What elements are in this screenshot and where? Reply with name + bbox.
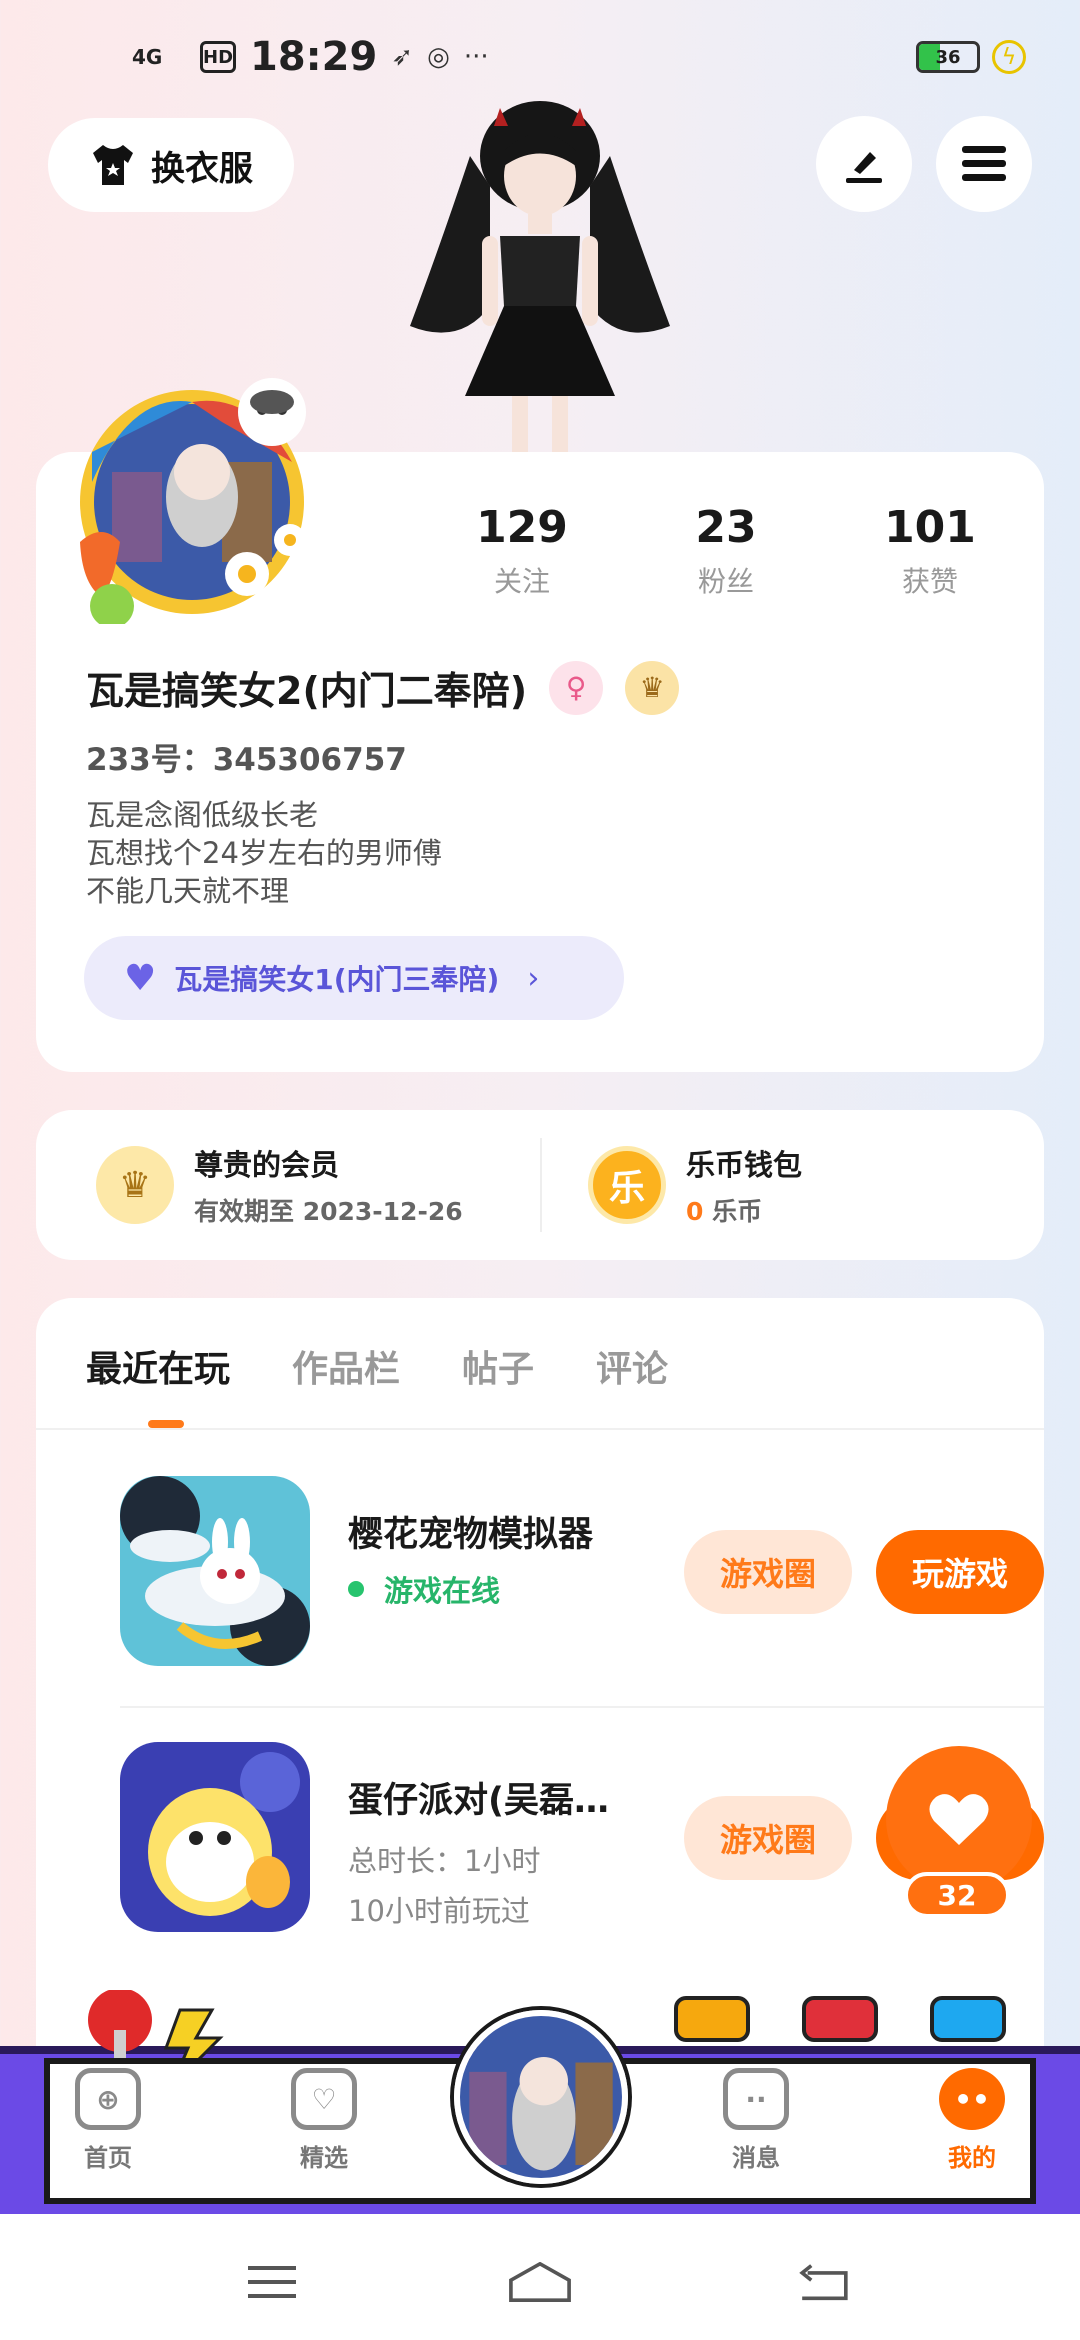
edit-button[interactable] [816,116,912,212]
nav-me-label: 我的 [948,2144,996,2172]
divider [36,1428,1044,1430]
divider [120,1706,1044,1708]
game-circle-button[interactable]: 游戏圈 [684,1530,852,1614]
linked-account-name: 瓦是搞笑女1(内门三奉陪) [174,963,500,996]
stat-following-count: 129 [476,502,568,553]
status-right: 36 ϟ [916,40,1026,74]
battery-icon: 36 [916,41,980,73]
wallet-balance: 0 乐币 [686,1192,802,1228]
stat-following-label: 关注 [493,565,550,598]
more-status-icon: ··· [463,42,489,72]
crown-icon[interactable]: ♛ [625,660,680,715]
network-indicator: 4G [132,45,163,69]
bio-line: 瓦想找个24岁左右的男师傅 [86,836,442,870]
wallet-unit: 乐币 [712,1197,763,1226]
bio-line: 不能几天就不理 [86,874,290,908]
chevron-right-icon: › [527,960,540,996]
stat-followers-label: 粉丝 [697,565,754,598]
status-left: 4G HD 18:29 ➶ ◎ ··· [132,34,489,80]
tab-posts[interactable]: 帖子 [462,1340,534,1392]
user-id: 233号：345306757 [86,742,407,778]
stat-followers-count: 23 [695,502,757,553]
game-status-text: 游戏在线 [384,1574,501,1608]
avatar-character[interactable] [400,96,680,456]
wallet-title: 乐币钱包 [686,1148,803,1182]
status-time: 18:29 [250,34,378,80]
hd-icon: HD [200,41,236,73]
vip-crown-icon: ♛ [96,1146,174,1224]
wallet-amount: 0 [686,1197,704,1226]
recent-apps-icon[interactable] [246,2262,298,2302]
nav-featured-label: 精选 [300,2144,348,2172]
online-dot-icon [348,1581,364,1597]
floating-like-button[interactable] [886,1746,1032,1892]
game-name: 樱花宠物模拟器 [348,1515,594,1555]
tab-bar: 最近在玩 作品栏 帖子 评论 [86,1340,668,1392]
charging-icon: ϟ [992,40,1026,74]
divider [540,1138,542,1232]
nav-messages[interactable]: ·· 消息 [696,2068,816,2173]
linked-account-button[interactable]: ♥ 瓦是搞笑女1(内门三奉陪) › [84,936,624,1020]
play-game-button[interactable]: 玩游戏 [876,1530,1044,1614]
membership-card: ♛ 尊贵的会员 有效期至 2023-12-26 乐 乐币钱包 0 乐币 [36,1110,1044,1260]
tab-works[interactable]: 作品栏 [292,1340,400,1392]
change-outfit-label: 换衣服 [151,148,253,189]
vip-entry[interactable]: ♛ 尊贵的会员 有效期至 2023-12-26 [96,1142,463,1228]
tab-recent[interactable]: 最近在玩 [86,1340,230,1392]
game-online-status: 游戏在线 [348,1568,500,1610]
stat-following[interactable]: 129 关注 [442,500,602,600]
stat-followers[interactable]: 23 粉丝 [646,500,806,600]
change-outfit-button[interactable]: 换衣服 [48,118,294,212]
female-icon: ♀ [549,660,604,715]
vip-title: 尊贵的会员 [194,1148,340,1182]
username: 瓦是搞笑女2(内门二奉陪) [86,669,528,713]
stat-likes-label: 获赞 [901,565,958,598]
game-icon-eggy-party [120,1742,310,1932]
stat-likes[interactable]: 101 获赞 [850,500,1010,600]
nav-home[interactable]: ⊕ 首页 [48,2068,168,2173]
profile-avatar[interactable] [72,362,334,624]
back-icon[interactable] [796,2262,852,2302]
vip-expiry: 有效期至 2023-12-26 [194,1197,463,1226]
like-count-badge: 32 [904,1872,1010,1918]
tab-indicator [148,1420,184,1428]
nav-featured[interactable]: ♡ 精选 [264,2068,384,2173]
wallet-entry[interactable]: 乐 乐币钱包 0 乐币 [588,1142,802,1228]
stat-likes-count: 101 [884,502,976,553]
game-row[interactable]: 樱花宠物模拟器 游戏在线 游戏圈 玩游戏 [84,1476,1044,1676]
nav-center-avatar[interactable] [454,2010,628,2184]
pencil-icon [846,152,882,183]
battery-level: 36 [935,46,961,68]
heart-outline-icon: ♡ [291,2068,357,2130]
game-circle-button[interactable]: 游戏圈 [684,1796,852,1880]
game-name: 蛋仔派对(吴磊… [348,1781,609,1821]
game-duration: 总时长：1小时 [348,1844,541,1878]
heart-icon: ♥ [124,957,157,999]
nav-home-label: 首页 [84,2144,132,2172]
game-icon-sakura-pet [120,1476,310,1666]
bio: 瓦是念阁低级长老 瓦想找个24岁左右的男师傅 不能几天就不理 [86,796,442,910]
username-row: 瓦是搞笑女2(内门二奉陪) ♀ ♛ [86,660,680,715]
notification-icon: ◎ [427,42,450,72]
bird-icon: ➶ [391,42,414,72]
nav-me[interactable]: •• 我的 [912,2068,1032,2173]
home-icon[interactable] [504,2262,576,2302]
hamburger-icon [962,146,1006,181]
chat-bubble-icon: ·· [723,2068,789,2130]
gamepad-icon: ⊕ [75,2068,141,2130]
bio-line: 瓦是念阁低级长老 [86,798,319,832]
system-nav-bar [0,2214,1080,2340]
coin-icon: 乐 [588,1146,666,1224]
shirt-icon [93,145,133,185]
game-last-played: 10小时前玩过 [348,1894,530,1928]
face-icon: •• [939,2068,1005,2130]
heart-icon [929,1794,989,1845]
nav-messages-label: 消息 [732,2144,780,2172]
tab-comments[interactable]: 评论 [596,1340,668,1392]
menu-button[interactable] [936,116,1032,212]
